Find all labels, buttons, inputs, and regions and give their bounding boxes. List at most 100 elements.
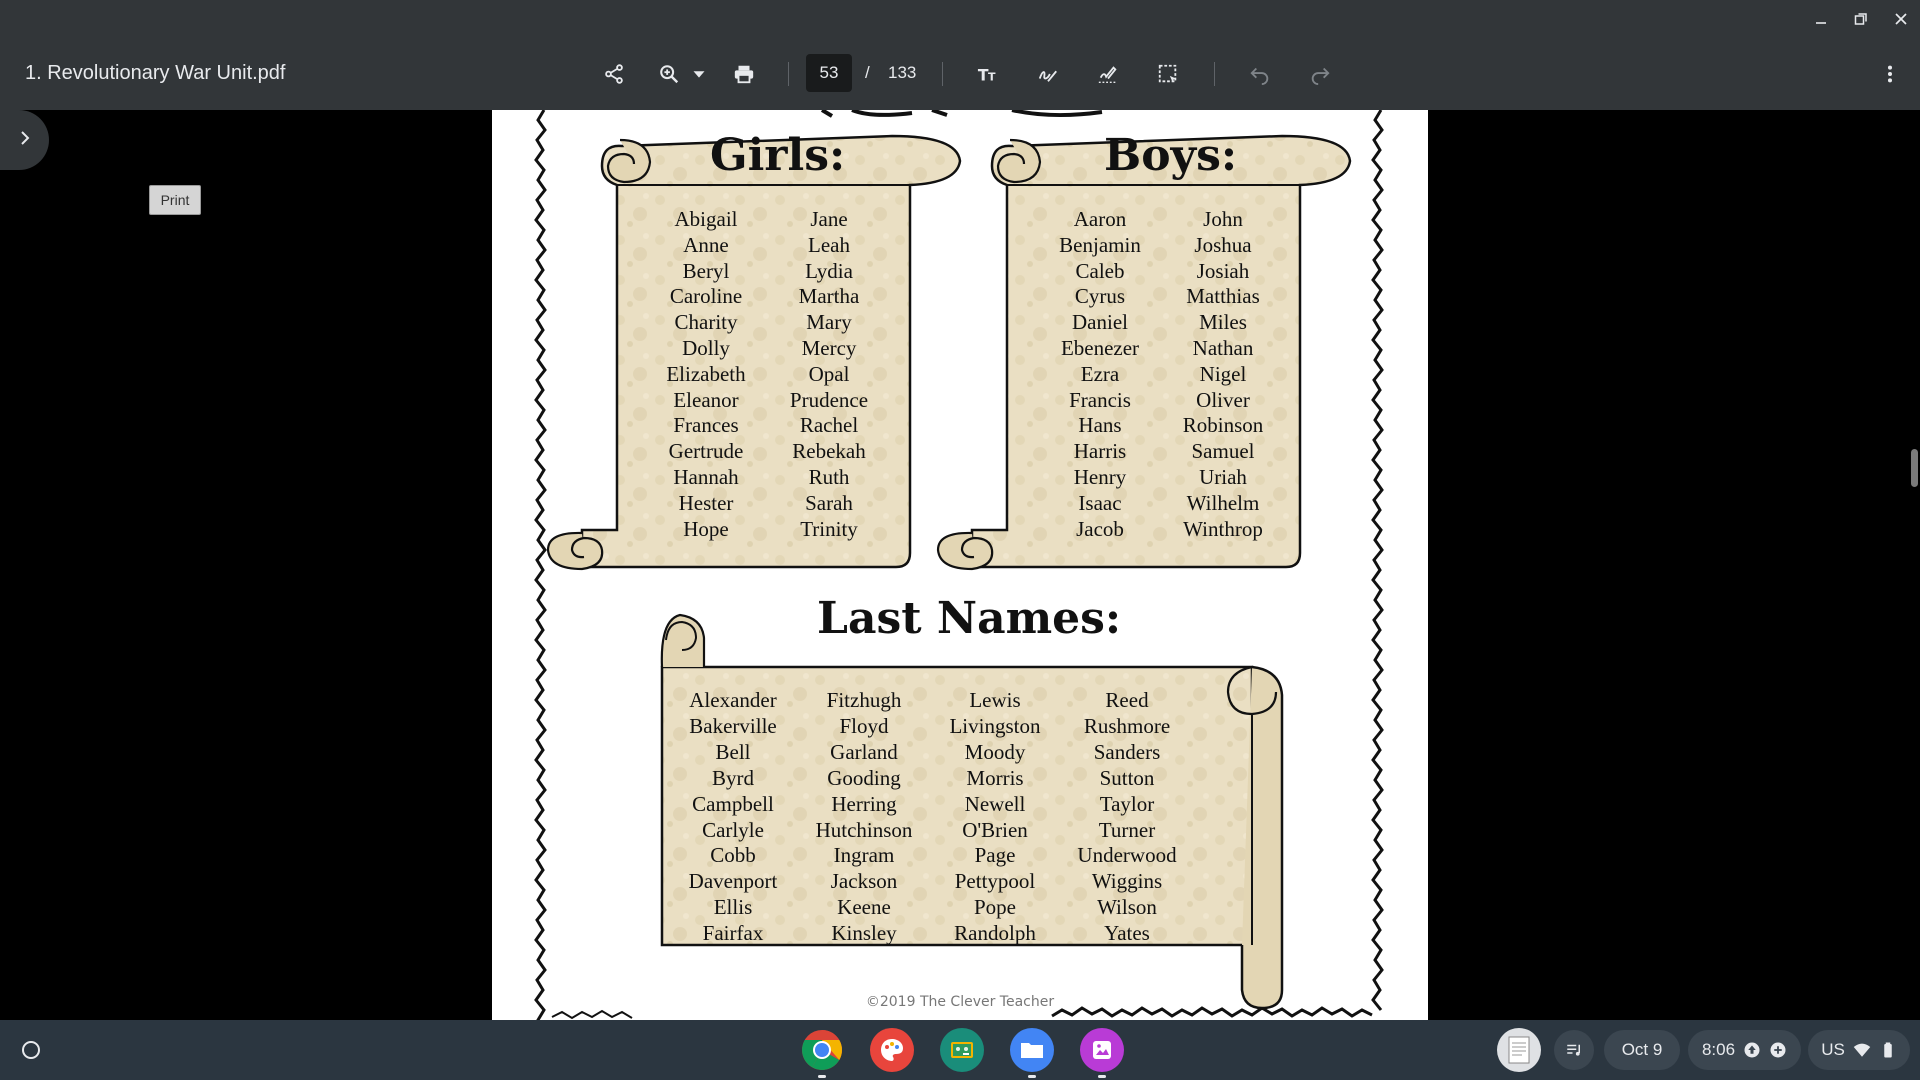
page-number-input[interactable]: 53 <box>806 54 852 92</box>
scrollbar-thumb[interactable] <box>1911 449 1918 487</box>
name-entry: Hannah <box>673 464 739 489</box>
minimize-icon[interactable] <box>1808 6 1834 32</box>
name-entry: Trinity <box>800 516 858 541</box>
palette-icon[interactable] <box>870 1028 914 1072</box>
name-entry: Miles <box>1199 310 1247 335</box>
close-icon[interactable] <box>1888 6 1914 32</box>
sign-icon[interactable] <box>1092 58 1124 90</box>
page-separator: / <box>865 63 870 82</box>
toolbar-divider <box>942 62 943 86</box>
name-entry: Byrd <box>712 765 754 790</box>
launcher-icon <box>22 1041 40 1059</box>
pdf-page: Girls: Boys: Last Names: Abigail Anne Bery… <box>492 110 1428 1020</box>
launcher-button[interactable] <box>12 1031 50 1069</box>
redo-icon[interactable] <box>1304 58 1336 90</box>
name-entry: Nigel <box>1199 361 1247 386</box>
name-entry: Benjamin <box>1059 232 1141 257</box>
chrome-icon[interactable] <box>800 1028 844 1078</box>
sidebar-toggle-button[interactable] <box>0 110 49 170</box>
name-entry: Caroline <box>669 284 743 309</box>
name-entry: Randolph <box>954 921 1036 946</box>
page-border-left <box>534 110 547 1020</box>
boys-heading: Boys: <box>1104 130 1238 181</box>
name-entry: Charity <box>674 310 738 335</box>
print-icon[interactable] <box>728 58 760 90</box>
toolbar-divider <box>1214 62 1215 86</box>
name-entry: Jane <box>810 207 848 231</box>
running-indicator <box>1098 1075 1106 1078</box>
name-entry: Jacob <box>1076 516 1124 541</box>
name-entry: Turner <box>1098 817 1156 842</box>
last-names-column: Reed Rushmore Sanders Sutton Taylor Turner Und… <box>1069 688 1185 947</box>
folder-icon[interactable] <box>1010 1028 1054 1078</box>
share-icon[interactable] <box>598 58 630 90</box>
name-entry: Hutchinson <box>815 817 913 842</box>
name-entry: Eleanor <box>673 387 739 412</box>
name-entry: Herring <box>831 791 897 816</box>
name-entry: Elizabeth <box>666 361 746 386</box>
name-entry: Henry <box>1073 464 1127 489</box>
print-tooltip: Print <box>149 185 201 215</box>
name-entry: Morris <box>966 765 1024 790</box>
name-entry: Sutton <box>1099 765 1155 790</box>
name-entry: Davenport <box>688 869 778 894</box>
name-entry: Opal <box>808 361 850 386</box>
name-entry: Alexander <box>689 688 777 712</box>
name-entry: Martha <box>798 284 860 309</box>
status-area-button[interactable]: US <box>1808 1030 1910 1070</box>
name-entry: Jackson <box>830 869 898 894</box>
restore-icon[interactable] <box>1848 6 1874 32</box>
name-entry: O'Brien <box>962 817 1028 842</box>
name-entry: Reed <box>1105 688 1149 712</box>
name-entry: Abigail <box>674 207 738 231</box>
gallery-icon[interactable] <box>1080 1028 1124 1078</box>
wifi-icon <box>1853 1041 1871 1059</box>
document-title: 1. Revolutionary War Unit.pdf <box>25 62 286 84</box>
text-icon[interactable]: TT <box>972 58 1004 90</box>
name-entry: Isaac <box>1078 490 1122 515</box>
name-entry: Rachel <box>799 413 859 438</box>
date-button[interactable]: Oct 9 <box>1604 1030 1680 1070</box>
name-entry: Ebenezer <box>1060 335 1140 360</box>
boys-names-column: Aaron Benjamin Caleb Cyrus Daniel Ebenezer Ezr… <box>1050 207 1150 542</box>
zoom-dropdown-chevron-icon[interactable] <box>684 58 714 90</box>
name-entry: Prudence <box>789 387 869 412</box>
last-names-heading: Last Names: <box>817 593 1122 644</box>
name-entry: Leah <box>808 232 850 257</box>
name-entry: Campbell <box>692 791 774 816</box>
toolbar-divider <box>788 62 789 86</box>
name-entry: Newell <box>964 791 1026 816</box>
last-names-column: Alexander Bakerville Bell Byrd Campbell Carly… <box>675 688 791 947</box>
name-entry: Sarah <box>805 490 853 515</box>
selection-icon[interactable] <box>1152 58 1184 90</box>
name-entry: Daniel <box>1072 310 1128 335</box>
draw-icon[interactable] <box>1032 58 1064 90</box>
name-entry: Mercy <box>801 335 857 360</box>
taskbar: Oct 9 8:06 US <box>0 1020 1920 1080</box>
copyright-text: ©2019 The Clever Teacher <box>865 994 1055 1010</box>
name-entry: Mary <box>806 310 852 335</box>
name-entry: Wiggins <box>1091 869 1163 894</box>
undo-icon[interactable] <box>1244 58 1276 90</box>
holding-space-icon[interactable] <box>1497 1028 1541 1072</box>
playlist-icon <box>1565 1041 1583 1059</box>
name-entry: Caleb <box>1075 258 1125 283</box>
running-indicator <box>818 1075 826 1078</box>
boys-names-column: John Joshua Josiah Matthias Miles Nathan Nigel… <box>1173 207 1273 542</box>
name-entry: Dolly <box>682 335 730 360</box>
window-titlebar <box>0 0 1920 36</box>
name-entry: Samuel <box>1191 439 1255 464</box>
name-entry: Bakerville <box>689 713 777 738</box>
media-controls-button[interactable] <box>1554 1030 1594 1070</box>
more-icon[interactable] <box>1874 58 1906 90</box>
zoom-icon[interactable] <box>653 58 685 90</box>
name-entry: Garland <box>830 739 898 764</box>
name-entry: Hester <box>678 490 734 515</box>
upload-icon <box>1743 1041 1761 1059</box>
name-entry: Moody <box>964 739 1026 764</box>
name-entry: Pope <box>974 895 1016 920</box>
time-button[interactable]: 8:06 <box>1688 1030 1801 1070</box>
name-entry: Nathan <box>1192 335 1254 360</box>
name-entry: Floyd <box>839 713 889 738</box>
classroom-icon[interactable] <box>940 1028 984 1072</box>
